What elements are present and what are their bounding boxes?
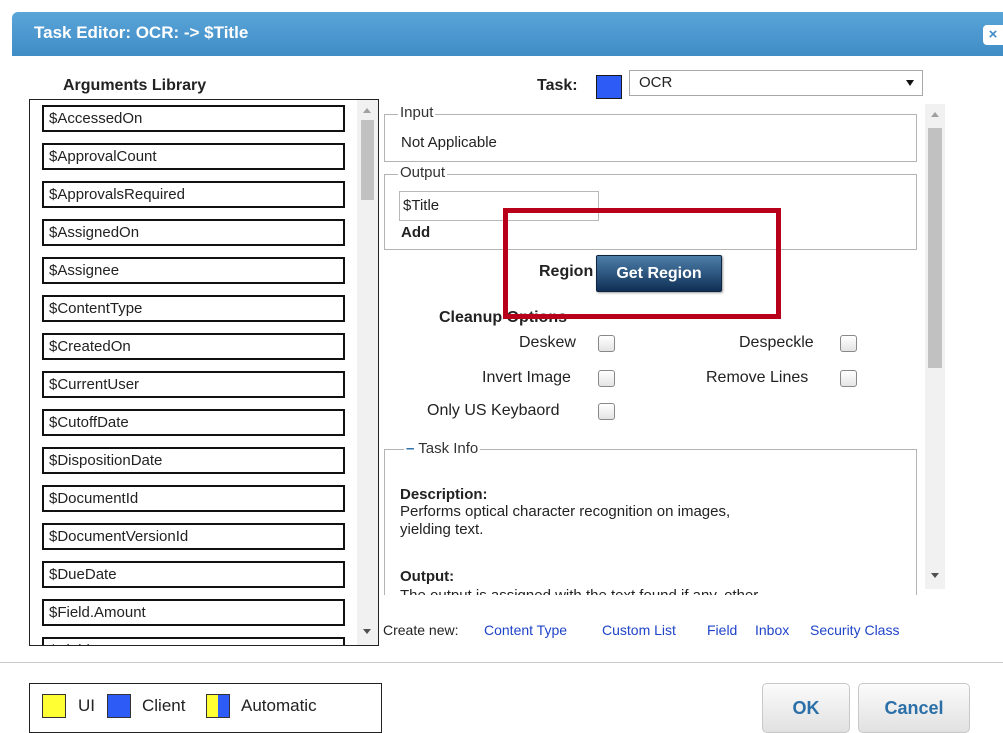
- task-select-value: OCR: [639, 74, 673, 91]
- library-scrollbar[interactable]: [357, 100, 378, 645]
- task-color-swatch: [596, 75, 622, 99]
- panel-scrollbar[interactable]: [925, 104, 945, 589]
- footer-divider: [0, 662, 1003, 663]
- despeckle-checkbox[interactable]: [840, 335, 857, 352]
- collapse-icon[interactable]: –: [406, 440, 414, 457]
- description-text-line2: yielding text.: [400, 521, 484, 538]
- task-select[interactable]: OCR: [629, 70, 923, 96]
- output-info-label: Output:: [400, 568, 455, 585]
- input-value: Not Applicable: [401, 134, 497, 151]
- automatic-swatch: [206, 694, 230, 718]
- remove-lines-checkbox[interactable]: [840, 370, 857, 387]
- ui-legend-label: UI: [78, 696, 95, 715]
- client-swatch: [107, 694, 131, 718]
- library-item[interactable]: $AssignedOn: [42, 219, 345, 246]
- despeckle-label: Despeckle: [739, 334, 814, 351]
- library-scroll-thumb[interactable]: [361, 120, 374, 200]
- client-legend-label: Client: [142, 696, 186, 715]
- library-item[interactable]: $Field.Approver: [42, 637, 345, 645]
- task-info-legend-text: Task Info: [418, 440, 479, 457]
- library-item[interactable]: $CreatedOn: [42, 333, 345, 360]
- scroll-down-icon[interactable]: [363, 629, 371, 634]
- deskew-label: Deskew: [519, 334, 576, 351]
- add-button[interactable]: Add: [401, 224, 430, 241]
- arguments-library-list[interactable]: $AccessedOn $ApprovalCount $ApprovalsReq…: [29, 99, 379, 646]
- close-icon[interactable]: ×: [983, 25, 1003, 45]
- panel-scroll-thumb[interactable]: [928, 128, 942, 368]
- library-item[interactable]: $DispositionDate: [42, 447, 345, 474]
- library-item[interactable]: $ApprovalCount: [42, 143, 345, 170]
- create-custom-list-link[interactable]: Custom List: [602, 622, 676, 638]
- library-item[interactable]: $ContentType: [42, 295, 345, 322]
- deskew-checkbox[interactable]: [598, 335, 615, 352]
- ok-button[interactable]: OK: [762, 683, 850, 733]
- task-info-legend[interactable]: – Task Info: [404, 440, 481, 457]
- only-us-keyboard-checkbox[interactable]: [598, 403, 615, 420]
- create-security-class-link[interactable]: Security Class: [810, 622, 899, 638]
- task-info-fieldset: Description: Performs optical character …: [384, 449, 917, 595]
- scroll-up-icon[interactable]: [363, 108, 371, 113]
- library-item[interactable]: $Field.Amount: [42, 599, 345, 626]
- library-item[interactable]: $DueDate: [42, 561, 345, 588]
- dialog-titlebar: Task Editor: OCR: -> $Title ×: [12, 12, 1003, 56]
- chevron-down-icon: [906, 80, 914, 86]
- automatic-legend-label: Automatic: [241, 696, 317, 715]
- scroll-down-icon[interactable]: [931, 573, 939, 578]
- dialog-title: Task Editor: OCR: -> $Title: [34, 23, 249, 42]
- ui-swatch: [42, 694, 66, 718]
- output-legend: Output: [398, 164, 448, 181]
- library-item[interactable]: $CurrentUser: [42, 371, 345, 398]
- library-item[interactable]: $CutoffDate: [42, 409, 345, 436]
- input-legend: Input: [398, 104, 436, 121]
- scroll-up-icon[interactable]: [931, 112, 939, 117]
- library-item[interactable]: $AccessedOn: [42, 105, 345, 132]
- cancel-button[interactable]: Cancel: [858, 683, 970, 733]
- only-us-keyboard-label: Only US Keybaord: [427, 402, 560, 419]
- region-highlight-box: [503, 208, 781, 319]
- description-label: Description:: [400, 486, 488, 503]
- library-item[interactable]: $DocumentVersionId: [42, 523, 345, 550]
- create-field-link[interactable]: Field: [707, 622, 737, 638]
- task-label: Task:: [537, 77, 578, 94]
- library-item[interactable]: $Assignee: [42, 257, 345, 284]
- output-info-text: The output is assigned with the text fou…: [400, 587, 758, 595]
- arguments-library-title: Arguments Library: [63, 77, 207, 94]
- remove-lines-label: Remove Lines: [706, 369, 809, 386]
- create-new-label: Create new:: [383, 622, 459, 638]
- create-inbox-link[interactable]: Inbox: [755, 622, 789, 638]
- invert-image-label: Invert Image: [482, 369, 571, 386]
- task-type-legend: UI Client Automatic: [29, 683, 382, 733]
- create-content-type-link[interactable]: Content Type: [484, 622, 567, 638]
- description-text-line1: Performs optical character recognition o…: [400, 503, 731, 520]
- invert-image-checkbox[interactable]: [598, 370, 615, 387]
- library-item[interactable]: $DocumentId: [42, 485, 345, 512]
- library-item[interactable]: $ApprovalsRequired: [42, 181, 345, 208]
